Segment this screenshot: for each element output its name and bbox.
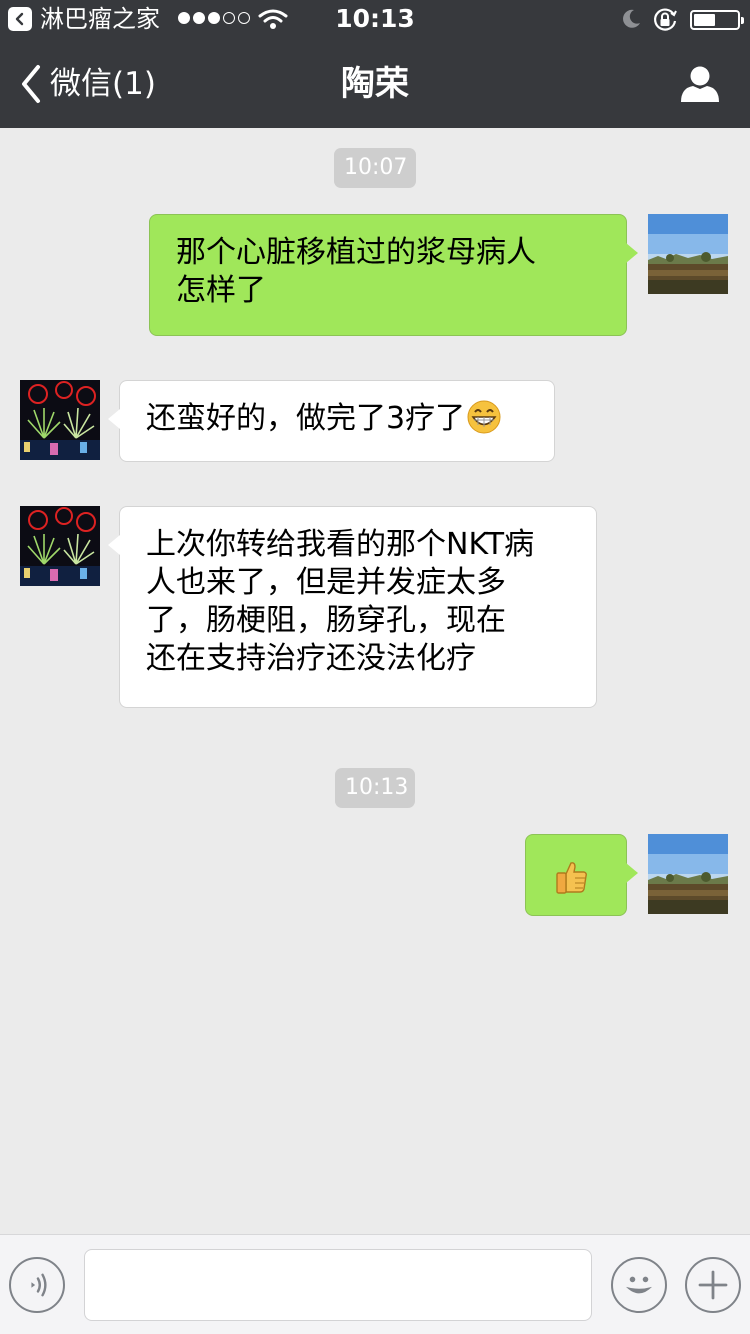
message-text: 还蛮好的，做完了3疗了	[146, 401, 466, 436]
do-not-disturb-moon-icon	[623, 9, 640, 28]
battery-fill	[694, 14, 716, 26]
header: 淋巴瘤之家 10:13 微信(1) 陶荣	[0, 0, 750, 128]
timestamp: 10:07	[334, 148, 416, 188]
more-button[interactable]	[685, 1257, 741, 1313]
smiley-icon	[626, 1276, 652, 1294]
voice-button[interactable]	[9, 1257, 65, 1313]
contact-avatar[interactable]	[20, 506, 100, 586]
voice-icon	[31, 1273, 47, 1297]
input-bar	[0, 1234, 750, 1334]
status-bar: 淋巴瘤之家 10:13	[0, 0, 750, 40]
thumbs-up-emoji	[556, 862, 587, 894]
contact-avatar[interactable]	[20, 380, 100, 460]
my-avatar[interactable]	[648, 834, 728, 914]
grinning-face-emoji	[467, 400, 501, 434]
person-icon[interactable]	[678, 62, 722, 106]
message-input[interactable]	[84, 1249, 592, 1321]
message-text: 那个心脏移植过的浆母病人 怎样了	[176, 235, 536, 308]
battery-icon	[690, 10, 744, 30]
my-avatar[interactable]	[648, 214, 728, 294]
outgoing-message-bubble[interactable]: 那个心脏移植过的浆母病人 怎样了	[149, 214, 638, 336]
timestamp: 10:13	[335, 768, 415, 808]
battery-cap	[741, 17, 744, 24]
incoming-message-bubble[interactable]: 还蛮好的，做完了3疗了	[108, 380, 555, 462]
chat-area[interactable]: 10:07 那个心脏移植过的浆母病人 怎样了 还蛮好的，做完了3疗了 上次你转给…	[0, 128, 750, 1234]
incoming-message-bubble[interactable]: 上次你转给我看的那个NKT病 人也来了，但是并发症太多 了，肠梗阻，肠穿孔，现在…	[108, 506, 597, 708]
outgoing-message-bubble[interactable]	[525, 834, 638, 916]
nav-bar: 微信(1) 陶荣	[0, 40, 750, 128]
rotation-lock-icon	[654, 8, 677, 31]
chat-title: 陶荣	[341, 64, 409, 104]
plus-icon	[698, 1270, 728, 1300]
message-text: 上次你转给我看的那个NKT病 人也来了，但是并发症太多 了，肠梗阻，肠穿孔，现在…	[146, 527, 535, 676]
emoji-button[interactable]	[611, 1257, 667, 1313]
